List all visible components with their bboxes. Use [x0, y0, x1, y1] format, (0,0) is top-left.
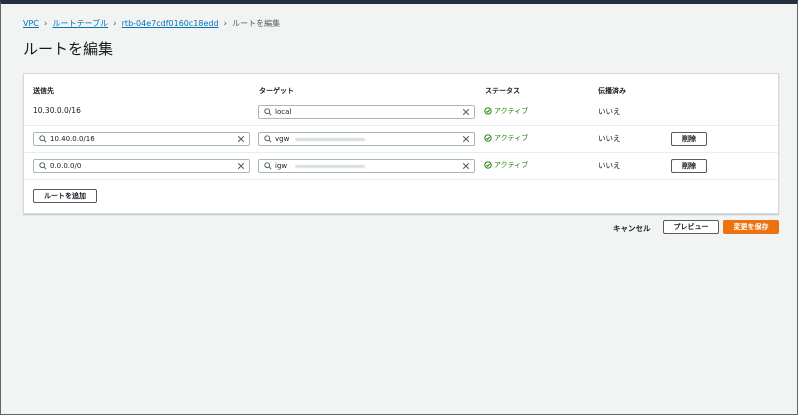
redacted-id	[295, 138, 365, 141]
close-icon[interactable]	[237, 135, 245, 143]
breadcrumb-current: ルートを編集	[232, 19, 281, 28]
propagated-value: いいえ	[598, 161, 621, 170]
propagated-value: いいえ	[598, 134, 621, 143]
search-icon	[39, 135, 47, 143]
row-divider	[24, 152, 778, 153]
chevron-right-icon: ›	[223, 18, 228, 29]
chevron-right-icon: ›	[113, 18, 117, 29]
close-icon[interactable]	[462, 108, 470, 116]
preview-button[interactable]: プレビュー	[663, 220, 719, 234]
status-badge: アクティブ	[484, 106, 528, 116]
destination-value: 10.30.0.0/16	[33, 106, 81, 115]
status-badge: アクティブ	[484, 133, 528, 143]
target-value: igw	[275, 162, 288, 170]
status-badge: アクティブ	[484, 160, 528, 170]
status-text: アクティブ	[494, 107, 529, 115]
propagated-value: いいえ	[598, 107, 621, 116]
remove-route-button[interactable]: 削除	[671, 132, 707, 146]
header-status: ステータス	[485, 87, 520, 95]
routes-panel: 送信先 ターゲット ステータス 伝播済み 10.30.0.0/16 local …	[23, 73, 779, 214]
add-route-button[interactable]: ルートを追加	[33, 189, 97, 203]
destination-input[interactable]: 10.40.0.0/16	[33, 132, 250, 146]
search-icon	[39, 162, 47, 170]
target-value: vgw	[275, 135, 290, 143]
save-changes-button[interactable]: 変更を保存	[723, 220, 779, 234]
row-divider	[24, 179, 778, 180]
search-icon	[264, 135, 272, 143]
page-title: ルートを編集	[23, 40, 114, 58]
status-text: アクティブ	[494, 161, 529, 169]
close-icon[interactable]	[462, 162, 470, 170]
browser-frame: VPC › ルートテーブル › rtb-04e7cdf0160c18edd › …	[0, 0, 798, 415]
breadcrumb: VPC › ルートテーブル › rtb-04e7cdf0160c18edd › …	[23, 18, 280, 29]
target-input[interactable]: vgw	[258, 132, 475, 146]
redacted-id	[295, 165, 365, 168]
breadcrumb-route-tables[interactable]: ルートテーブル	[53, 18, 109, 29]
header-target: ターゲット	[259, 87, 294, 95]
destination-value: 10.40.0.0/16	[50, 135, 95, 143]
check-circle-icon	[484, 107, 492, 115]
target-input[interactable]: local	[258, 105, 475, 119]
search-icon	[264, 108, 272, 116]
check-circle-icon	[484, 134, 492, 142]
cancel-button[interactable]: キャンセル	[613, 223, 651, 234]
close-icon[interactable]	[462, 135, 470, 143]
breadcrumb-route-table-id[interactable]: rtb-04e7cdf0160c18edd	[122, 19, 219, 28]
destination-input[interactable]: 0.0.0.0/0	[33, 159, 250, 173]
breadcrumb-vpc[interactable]: VPC	[23, 19, 39, 28]
destination-value: 0.0.0.0/0	[50, 162, 82, 170]
search-icon	[264, 162, 272, 170]
check-circle-icon	[484, 161, 492, 169]
target-value: local	[275, 108, 292, 116]
status-text: アクティブ	[494, 134, 529, 142]
chevron-right-icon: ›	[43, 18, 48, 29]
row-divider	[24, 125, 778, 126]
header-propagated: 伝播済み	[598, 87, 626, 95]
remove-route-button[interactable]: 削除	[671, 159, 707, 173]
close-icon[interactable]	[237, 162, 245, 170]
header-destination: 送信先	[33, 87, 54, 95]
target-input[interactable]: igw	[258, 159, 475, 173]
